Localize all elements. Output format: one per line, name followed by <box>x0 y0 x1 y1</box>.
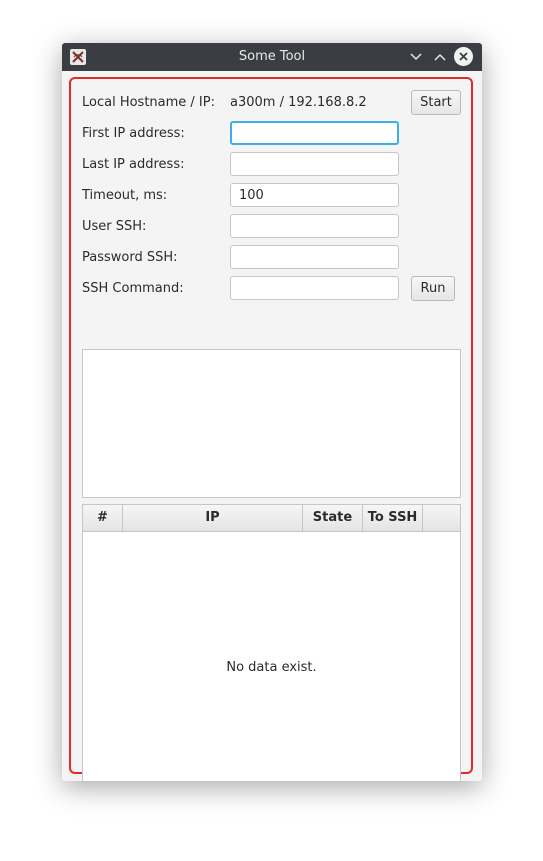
run-button[interactable]: Run <box>411 276 455 301</box>
column-header-state[interactable]: State <box>303 505 363 531</box>
maximize-icon[interactable] <box>431 48 449 66</box>
password-ssh-label: Password SSH: <box>82 250 178 265</box>
user-ssh-label: User SSH: <box>82 219 147 234</box>
empty-table-message: No data exist. <box>226 660 317 675</box>
table-header: # IP State To SSH <box>83 505 460 532</box>
first-ip-label: First IP address: <box>82 126 185 141</box>
app-window: Some Tool Local Hostname / IP: a300m / 1… <box>62 43 482 781</box>
timeout-label: Timeout, ms: <box>82 188 168 203</box>
password-ssh-input[interactable] <box>230 245 399 269</box>
ssh-command-label: SSH Command: <box>82 281 184 296</box>
last-ip-label: Last IP address: <box>82 157 185 172</box>
results-table[interactable]: # IP State To SSH No data exist. <box>82 504 461 781</box>
start-button[interactable]: Start <box>411 90 461 115</box>
hostname-label: Local Hostname / IP: <box>82 95 215 110</box>
first-ip-input[interactable] <box>230 121 399 145</box>
ssh-command-input[interactable] <box>230 276 399 300</box>
column-header-to-ssh[interactable]: To SSH <box>363 505 423 531</box>
user-ssh-input[interactable] <box>230 214 399 238</box>
column-header-number[interactable]: # <box>83 505 123 531</box>
timeout-input[interactable] <box>230 183 399 207</box>
last-ip-input[interactable] <box>230 152 399 176</box>
minimize-icon[interactable] <box>407 48 425 66</box>
column-header-ip[interactable]: IP <box>123 505 303 531</box>
main-panel: Local Hostname / IP: a300m / 192.168.8.2… <box>69 77 473 781</box>
hostname-value: a300m / 192.168.8.2 <box>230 95 367 110</box>
output-textarea[interactable] <box>82 349 461 498</box>
close-icon[interactable] <box>454 47 473 66</box>
title-bar[interactable]: Some Tool <box>62 43 482 71</box>
